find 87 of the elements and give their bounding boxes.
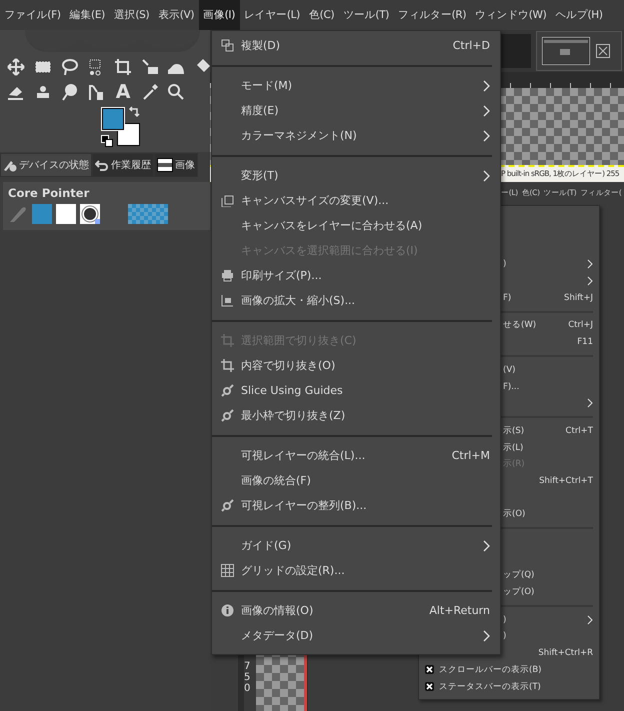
crop-icon (221, 359, 234, 372)
foreground-color-swatch[interactable] (102, 108, 124, 130)
menu-item-text: F) (503, 292, 512, 303)
shortcut-text: Ctrl+T (566, 426, 593, 436)
crop-icon (221, 334, 234, 347)
menu-item[interactable]: モード(M) (212, 73, 500, 98)
menu-item[interactable]: 可視レイヤーの整列(B)... (212, 493, 500, 518)
crop-icon[interactable] (113, 56, 134, 76)
shortcut-text: Shift+Ctrl+T (539, 476, 593, 486)
menu-title[interactable]: レイヤー(L) (240, 0, 304, 30)
lasso-icon[interactable] (60, 56, 80, 76)
menu-item[interactable]: 印刷サイズ(P)... (212, 263, 500, 288)
menu-item[interactable]: カラーマネジメント(N) (212, 123, 500, 148)
menu-item-text: (V) (503, 364, 516, 375)
menu-title[interactable]: 画像(I) (198, 0, 240, 30)
menu-item[interactable]: キャンバスサイズの変更(V)... (212, 188, 500, 213)
menu-title[interactable]: 編集(E) (65, 0, 110, 30)
device-name: Core Pointer (8, 186, 90, 200)
brush-icon (80, 204, 100, 224)
smudge-icon[interactable] (60, 82, 80, 102)
shortcut-text: Ctrl+J (568, 320, 593, 330)
gear-icon (221, 409, 234, 422)
menu-title[interactable]: ヘルプ(H) (550, 0, 608, 30)
dock-tab[interactable]: 作業履歴 (92, 153, 154, 177)
menu-item-text: せる(W) (503, 319, 538, 332)
menu-item[interactable]: Slice Using Guides (212, 378, 500, 403)
duplicate-icon (221, 39, 234, 52)
menu-title[interactable]: フィルター(R) (394, 0, 471, 30)
menu-item-text: ップ(O) (503, 586, 536, 598)
menu-title[interactable]: 色(C) (304, 0, 339, 30)
menu-item[interactable]: メタデータ(D) (212, 623, 500, 648)
menu-item[interactable]: 精度(E) (212, 98, 500, 123)
grid-icon (221, 564, 234, 577)
menu-item-text: ) (503, 614, 508, 625)
menu-item-text: ) (503, 631, 508, 642)
menu-title[interactable]: 表示(V) (154, 0, 199, 30)
ruler-number: 750 (244, 661, 252, 694)
menu-item[interactable]: グリッドの設定(R)... (212, 558, 500, 583)
menu-item-text: スクロールバーの表示(B) (439, 664, 542, 676)
swap-arrows-icon[interactable] (128, 106, 140, 118)
menu-item[interactable]: 画像の情報(O) Alt+Return (212, 598, 500, 623)
pattern-swatch (128, 204, 168, 224)
text-tool-icon[interactable]: A (116, 82, 130, 102)
image-thumbnail-icon (157, 158, 173, 172)
background-color-swatch (56, 204, 76, 224)
menu-item-text: 示(L) (503, 442, 524, 454)
foreground-color-swatch (32, 204, 52, 224)
menu-item-text: F)... (503, 382, 520, 392)
gear-icon (221, 499, 234, 512)
menu-item[interactable]: ガイド(G) (212, 533, 500, 558)
menu-item[interactable]: キャンバスをレイヤーに合わせる(A) (212, 213, 500, 238)
transform-icon[interactable] (140, 56, 160, 76)
image-tab[interactable] (536, 31, 622, 71)
menu-item-text: ステータスバーの表示(T) (439, 680, 541, 693)
resize-icon (221, 294, 234, 307)
shortcut-text: Shift+J (564, 292, 593, 303)
menu-item-text: ) (503, 259, 508, 270)
dock-tab[interactable]: デバイスの状態 (0, 153, 92, 177)
menu-title[interactable]: 選択(S) (109, 0, 154, 30)
menu-item-text: 示(S) (503, 424, 526, 437)
menu-item[interactable]: 最小枠で切り抜き(Z) (212, 403, 500, 428)
shortcut-text: Shift+Ctrl+R (538, 648, 593, 658)
move-icon[interactable] (6, 56, 26, 76)
pen-icon (8, 204, 28, 224)
dock-tab[interactable]: 画像 (154, 153, 198, 177)
menu-item-text: 示(O) (503, 508, 526, 520)
shortcut-text: F11 (577, 337, 593, 348)
menu-item[interactable]: 画像の統合(F) (212, 468, 500, 493)
undo-arrow-icon (95, 158, 109, 172)
pen-info-icon (3, 158, 17, 172)
close-icon[interactable] (596, 44, 610, 58)
menu-item[interactable]: 可視レイヤーの統合(L)... Ctrl+M (212, 443, 500, 468)
gear-icon (221, 384, 234, 397)
menu-title[interactable]: ウィンドウ(W) (470, 0, 551, 30)
canvas-resize-icon (221, 194, 234, 207)
zoom-icon[interactable] (166, 82, 186, 102)
menu-item[interactable]: 画像の拡大・縮小(S)... (212, 288, 500, 313)
menu-title[interactable]: ツール(T) (338, 0, 394, 30)
menu-item[interactable]: 複製(D) Ctrl+D (212, 33, 500, 58)
menu-title[interactable]: ファイル(F) (0, 0, 66, 30)
screenshot-thumbnail (542, 37, 590, 65)
default-colors-icon[interactable] (101, 135, 113, 147)
info-icon (221, 604, 234, 617)
image-thumbnail[interactable] (501, 34, 531, 68)
menu-item-text: ップ(Q) (503, 569, 536, 582)
printer-icon (221, 269, 234, 282)
menu-item[interactable]: 内容で切り抜き(O) (212, 353, 500, 378)
